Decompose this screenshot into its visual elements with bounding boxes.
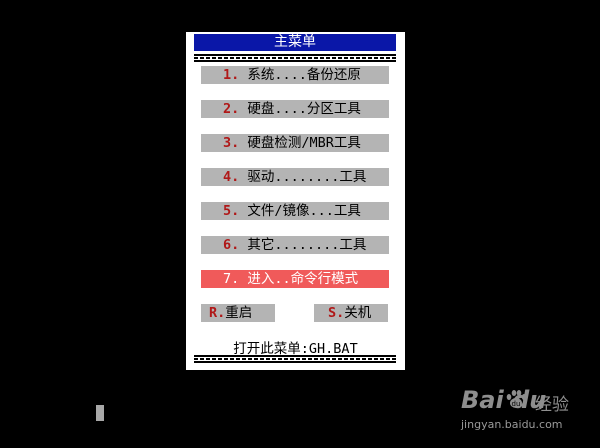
menu-item-disk-partition[interactable]: 2. 硬盘....分区工具 [201, 100, 389, 118]
shutdown-button[interactable]: S.关机 [314, 304, 388, 322]
menu-item-other-tools[interactable]: 6. 其它........工具 [201, 236, 389, 254]
menu-item-hotkey: 3. [223, 135, 240, 151]
menu-item-label: 进入..命令行模式 [239, 271, 359, 287]
menu-title: 主菜单 [194, 34, 396, 51]
menu-item-command-line[interactable]: 7. 进入..命令行模式 [201, 270, 389, 288]
menu-item-system-backup[interactable]: 1. 系统....备份还原 [201, 66, 389, 84]
menu-item-file-image[interactable]: 5. 文件/镜像...工具 [201, 202, 389, 220]
menu-item-label: 驱动........工具 [239, 169, 367, 185]
menu-item-drivers[interactable]: 4. 驱动........工具 [201, 168, 389, 186]
shutdown-label: 关机 [344, 305, 372, 321]
reboot-hotkey: R. [209, 305, 226, 321]
menu-item-hotkey: 1. [223, 67, 240, 83]
menu-item-hotkey: 6. [223, 237, 240, 253]
dos-screen: 主菜单 1. 系统....备份还原 2. 硬盘....分区工具 3. 硬盘检测/… [0, 0, 600, 448]
menu-item-disk-check-mbr[interactable]: 3. 硬盘检测/MBR工具 [201, 134, 389, 152]
paw-icon: du [506, 390, 527, 408]
menu-footer-hint: 打开此菜单:GH.BAT [233, 341, 358, 357]
menu-item-label: 其它........工具 [239, 237, 367, 253]
menu-item-label: 系统....备份还原 [239, 67, 361, 83]
divider-top [194, 54, 396, 62]
menu-item-label: 文件/镜像...工具 [239, 203, 361, 219]
menu-item-hotkey: 4. [223, 169, 240, 185]
svg-text:du: du [512, 400, 521, 408]
reboot-label: 重启 [225, 305, 253, 321]
shutdown-hotkey: S. [328, 305, 345, 321]
menu-item-hotkey: 7. [223, 271, 240, 287]
watermark-brand: 经验 [535, 395, 569, 415]
menu-item-label: 硬盘....分区工具 [239, 101, 361, 117]
menu-item-label: 硬盘检测/MBR工具 [239, 135, 361, 151]
menu-item-hotkey: 2. [223, 101, 240, 117]
main-menu-panel: 主菜单 1. 系统....备份还原 2. 硬盘....分区工具 3. 硬盘检测/… [186, 32, 405, 370]
baidu-jingyan-watermark: Bai du du 经验 jingyan.baidu.com [455, 384, 595, 444]
watermark-url: jingyan.baidu.com [461, 418, 563, 431]
text-cursor [96, 405, 104, 421]
menu-item-hotkey: 5. [223, 203, 240, 219]
reboot-button[interactable]: R.重启 [201, 304, 275, 322]
